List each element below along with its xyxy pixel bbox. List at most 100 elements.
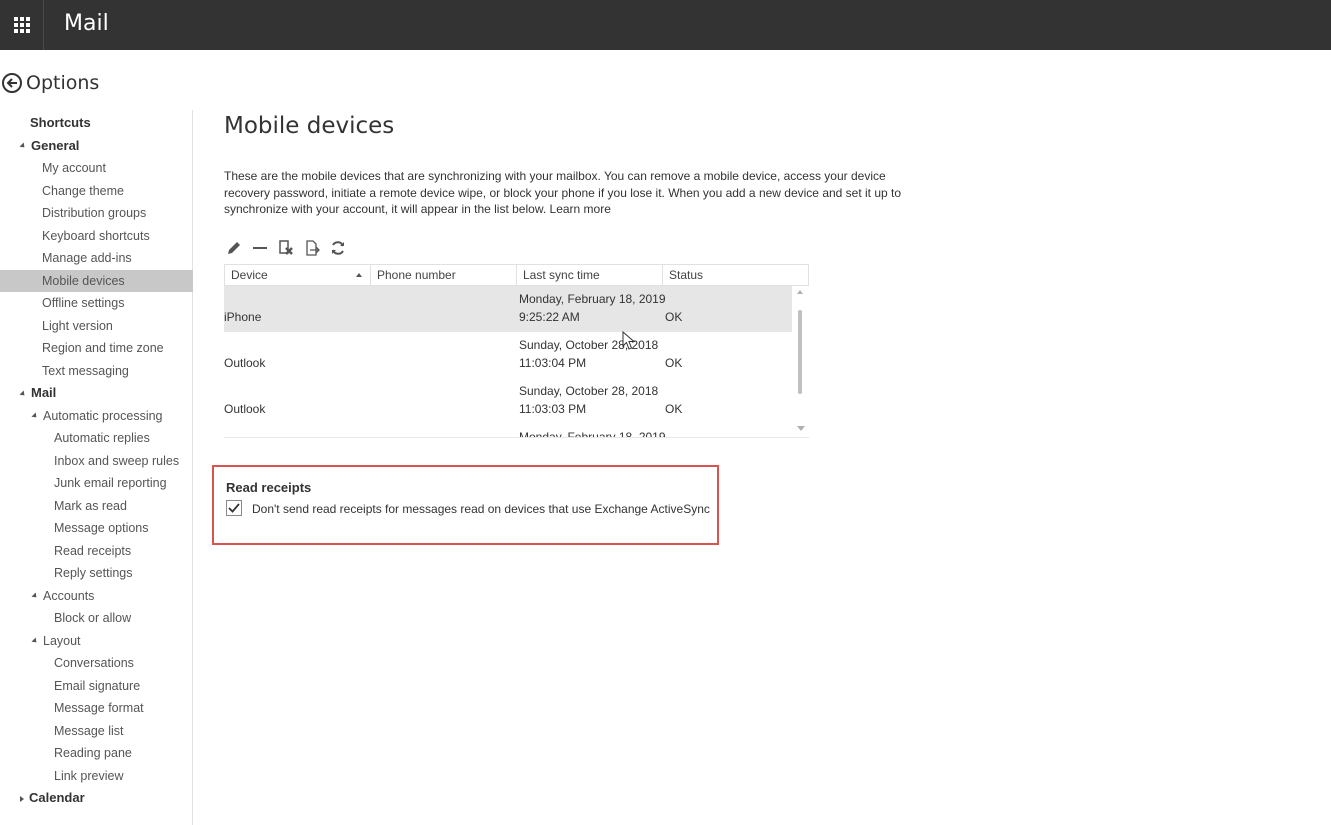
sidebar-item[interactable]: Change theme (0, 180, 193, 202)
sidebar-item-label: Manage add-ins (42, 251, 132, 265)
sidebar-item-label: Reading pane (54, 746, 132, 760)
column-header-last-sync-time[interactable]: Last sync time (517, 265, 663, 285)
sidebar-item[interactable]: Link preview (0, 765, 193, 787)
options-title: Options (26, 72, 100, 94)
sidebar-item[interactable]: Light version (0, 315, 193, 337)
learn-more-link[interactable]: Learn more (550, 202, 611, 216)
sidebar-item[interactable]: Shortcuts (0, 112, 193, 134)
sync-time-cell: 11:03:04 PM (519, 356, 587, 370)
app-launcher-button[interactable] (0, 0, 44, 50)
sidebar-item-label: Light version (42, 318, 113, 333)
column-label: Device (231, 268, 268, 282)
read-receipts-title: Read receipts (226, 480, 312, 495)
read-receipts-checkbox-label[interactable]: Don't send read receipts for messages re… (252, 502, 710, 516)
table-row[interactable]: iPhone Monday, February 18, 2019 9:25:22 A… (224, 286, 792, 332)
edit-icon (228, 242, 240, 254)
column-header-status[interactable]: Status (663, 265, 808, 285)
sidebar-item-label: Mail (31, 385, 57, 400)
sidebar-item[interactable]: Manage add-ins (0, 247, 193, 269)
device-cell: iPhone (224, 310, 262, 324)
table-row[interactable]: Outlook Sunday, October 28, 2018 11:03:03 … (224, 378, 792, 424)
scroll-thumb[interactable] (798, 310, 802, 394)
sidebar-item[interactable]: Keyboard shortcuts (0, 225, 193, 247)
mouse-pointer-icon (622, 331, 636, 350)
remove-button[interactable] (250, 238, 270, 258)
sidebar-item[interactable]: Junk email reporting (0, 472, 193, 494)
collapse-arrow-icon[interactable] (19, 390, 27, 398)
devices-table-scrollbar[interactable] (792, 288, 808, 436)
collapse-arrow-icon[interactable] (31, 637, 39, 645)
sidebar-item[interactable]: Automatic processing (0, 405, 193, 427)
scroll-down-arrow-icon[interactable] (797, 426, 805, 431)
sidebar-item-label: Email signature (54, 678, 141, 693)
sidebar-item[interactable]: Inbox and sweep rules (0, 450, 193, 472)
sidebar-item-label: My account (42, 161, 106, 175)
device-cell: Outlook (224, 402, 266, 416)
sidebar-item[interactable]: Offline settings (0, 292, 193, 314)
sidebar-item[interactable]: Accounts (0, 585, 193, 607)
sidebar-item[interactable]: Mark as read (0, 495, 193, 517)
export-button[interactable] (302, 238, 322, 258)
sidebar-item[interactable]: Text messaging (0, 360, 193, 382)
sidebar-item-label: Change theme (42, 183, 125, 198)
edit-button[interactable] (224, 238, 244, 258)
sidebar-item-label: Distribution groups (42, 206, 147, 220)
collapse-arrow-icon[interactable] (31, 592, 39, 600)
sidebar-item-label: Automatic processing (43, 408, 163, 423)
sidebar-item[interactable]: Conversations (0, 652, 193, 674)
refresh-icon (332, 241, 344, 255)
app-title: Mail (64, 11, 109, 36)
refresh-button[interactable] (328, 238, 348, 258)
sidebar-item[interactable]: Reading pane (0, 742, 193, 764)
sidebar-item-label: Message list (54, 723, 124, 738)
column-label: Phone number (377, 268, 456, 282)
sidebar-item[interactable]: Region and time zone (0, 337, 193, 359)
sync-time-cell: 11:03:03 PM (519, 402, 587, 416)
sync-date-cell: Monday, February 18, 2019 (519, 430, 666, 438)
sidebar-item[interactable]: Automatic replies (0, 427, 193, 449)
devices-table-header: Device Phone number Last sync time Statu… (224, 264, 809, 286)
collapse-arrow-icon[interactable] (19, 142, 27, 150)
expand-arrow-icon[interactable] (20, 795, 24, 802)
sidebar-item[interactable]: Read receipts (0, 540, 193, 562)
collapse-arrow-icon[interactable] (31, 412, 39, 420)
wipe-device-button[interactable] (276, 238, 296, 258)
table-row[interactable]: Outlook Sunday, October 28, 2018 11:03:04 … (224, 332, 792, 378)
devices-table-body: iPhone Monday, February 18, 2019 9:25:22 A… (224, 286, 809, 438)
device-cell: Outlook (224, 356, 266, 370)
wipe-device-icon (279, 240, 293, 255)
waffle-icon (13, 17, 30, 33)
sidebar-item[interactable]: Message format (0, 697, 193, 719)
sidebar-item-label: General (31, 137, 80, 153)
sidebar-item[interactable]: Mail (0, 382, 193, 404)
sidebar-item[interactable]: Email signature (0, 675, 193, 697)
sidebar-item-label: Message options (54, 521, 149, 535)
sidebar-item[interactable]: Layout (0, 630, 193, 652)
sidebar-item[interactable]: Mobile devices (0, 269, 193, 292)
sidebar-item-label: Reply settings (54, 566, 133, 580)
sidebar-item[interactable]: Message list (0, 720, 193, 742)
sidebar-item-label: Layout (43, 633, 81, 648)
sidebar-item-label: Accounts (43, 588, 95, 603)
sidebar-item[interactable]: Calendar (0, 787, 193, 809)
checkmark-icon (228, 503, 240, 513)
sidebar-item[interactable]: Block or allow (0, 607, 193, 629)
table-row[interactable]: Monday, February 18, 2019 (224, 424, 792, 438)
sidebar-item[interactable]: General (0, 135, 193, 157)
options-back-button[interactable]: Options (2, 70, 99, 96)
sidebar-item[interactable]: Reply settings (0, 562, 193, 584)
column-header-device[interactable]: Device (225, 265, 371, 285)
scroll-up-arrow-icon[interactable] (797, 290, 803, 294)
sidebar-item[interactable]: Message options (0, 517, 193, 539)
column-header-phone-number[interactable]: Phone number (371, 265, 517, 285)
sidebar-item-label: Mobile devices (42, 273, 125, 288)
back-arrow-icon (2, 73, 22, 93)
sidebar-item-label: Text messaging (42, 363, 129, 378)
device-toolbar (224, 238, 348, 258)
read-receipts-checkbox[interactable] (226, 500, 242, 516)
sidebar-item[interactable]: My account (0, 157, 193, 179)
sidebar-item[interactable]: Distribution groups (0, 202, 193, 224)
export-icon (306, 240, 320, 256)
sync-date-cell: Sunday, October 28, 2018 (519, 338, 659, 352)
column-label: Last sync time (523, 268, 600, 282)
